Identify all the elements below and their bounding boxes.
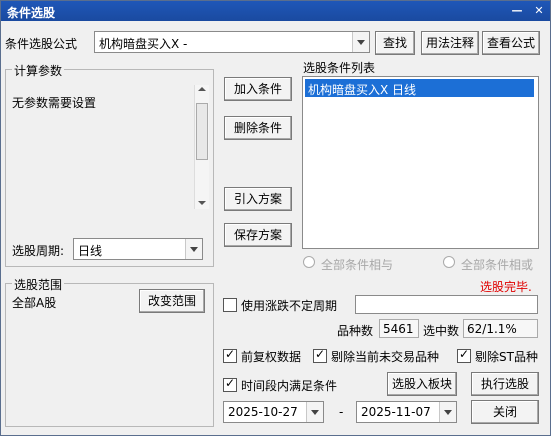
selected-label: 选中数: [423, 324, 460, 338]
close-icon[interactable]: ✕: [531, 3, 547, 18]
scroll-down-icon[interactable]: [198, 201, 206, 205]
status-text: 选股完毕.: [480, 280, 532, 294]
end-date-value: 2025-11-07: [361, 405, 431, 419]
params-group-label: 计算参数: [12, 62, 65, 79]
date-separator: -: [339, 405, 344, 419]
range-value: 全部A股: [12, 296, 57, 310]
count-value-box: 5461: [379, 319, 419, 338]
irregular-period-label: 使用涨跌不定周期: [241, 299, 338, 313]
view-formula-button[interactable]: 查看公式: [482, 31, 540, 55]
count-value: 5461: [383, 322, 414, 336]
window-title: 条件选股: [7, 6, 56, 20]
all-or-radio[interactable]: [443, 256, 455, 268]
forward-adjust-checkbox[interactable]: [223, 347, 237, 363]
condition-selection-window: 条件选股 — ✕ 条件选股公式 机构暗盘买入X - 查找 用法注释 查看公式 计…: [0, 0, 551, 436]
all-and-label: 全部条件相与: [321, 258, 394, 272]
exclude-st-label: 剔除ST品种: [475, 350, 538, 364]
import-scheme-button[interactable]: 引入方案: [224, 187, 292, 211]
save-scheme-button[interactable]: 保存方案: [224, 223, 292, 247]
formula-value: 机构暗盘买入X -: [99, 37, 188, 51]
period-label: 选股周期:: [12, 244, 65, 258]
irregular-period-checkbox[interactable]: [223, 298, 237, 312]
start-date-value: 2025-10-27: [228, 405, 298, 419]
exclude-st-checkbox[interactable]: [457, 347, 471, 363]
period-select[interactable]: 日线: [73, 238, 203, 260]
count-label: 品种数: [337, 324, 374, 338]
condition-list-label: 选股条件列表: [303, 61, 376, 75]
add-to-block-button[interactable]: 选股入板块: [387, 372, 457, 396]
time-range-label: 时间段内满足条件: [241, 379, 338, 393]
period-value: 日线: [78, 244, 103, 258]
end-date-picker[interactable]: 2025-11-07: [356, 401, 457, 423]
execute-selection-button[interactable]: 执行选股: [471, 372, 539, 396]
all-or-label: 全部条件相或: [461, 258, 534, 272]
params-scrollbar[interactable]: [194, 85, 209, 209]
list-item[interactable]: 机构暗盘买入X 日线: [305, 79, 534, 97]
condition-list[interactable]: 机构暗盘买入X 日线: [302, 76, 539, 249]
forward-adjust-label: 前复权数据: [241, 350, 302, 364]
delete-condition-button[interactable]: 删除条件: [224, 116, 292, 140]
add-condition-button[interactable]: 加入条件: [224, 77, 292, 101]
change-range-button[interactable]: 改变范围: [139, 289, 205, 313]
formula-select[interactable]: 机构暗盘买入X -: [94, 31, 370, 53]
range-group-label: 选股范围: [12, 276, 65, 293]
selected-value-box: 62/1.1%: [463, 319, 538, 338]
formula-label: 条件选股公式: [5, 37, 78, 51]
list-item-label: 机构暗盘买入X 日线: [308, 83, 417, 97]
minimize-icon[interactable]: —: [509, 3, 525, 18]
irregular-period-input[interactable]: [355, 295, 538, 314]
no-params-text: 无参数需要设置: [12, 96, 97, 110]
chevron-down-icon[interactable]: [185, 239, 202, 259]
exclude-untraded-checkbox[interactable]: [313, 347, 327, 363]
title-bar[interactable]: 条件选股 — ✕: [1, 1, 550, 21]
all-and-radio[interactable]: [303, 256, 315, 268]
selected-value: 62/1.1%: [467, 322, 517, 336]
close-button[interactable]: 关闭: [471, 400, 539, 424]
chevron-down-icon[interactable]: [306, 402, 323, 422]
usage-notes-button[interactable]: 用法注释: [421, 31, 479, 55]
start-date-picker[interactable]: 2025-10-27: [223, 401, 324, 423]
find-button[interactable]: 查找: [375, 31, 415, 55]
time-range-checkbox[interactable]: [223, 376, 237, 392]
exclude-untraded-label: 剔除当前未交易品种: [331, 350, 440, 364]
scroll-thumb[interactable]: [196, 103, 208, 160]
chevron-down-icon[interactable]: [352, 32, 369, 52]
scroll-up-icon[interactable]: [198, 87, 206, 91]
chevron-down-icon[interactable]: [439, 402, 456, 422]
